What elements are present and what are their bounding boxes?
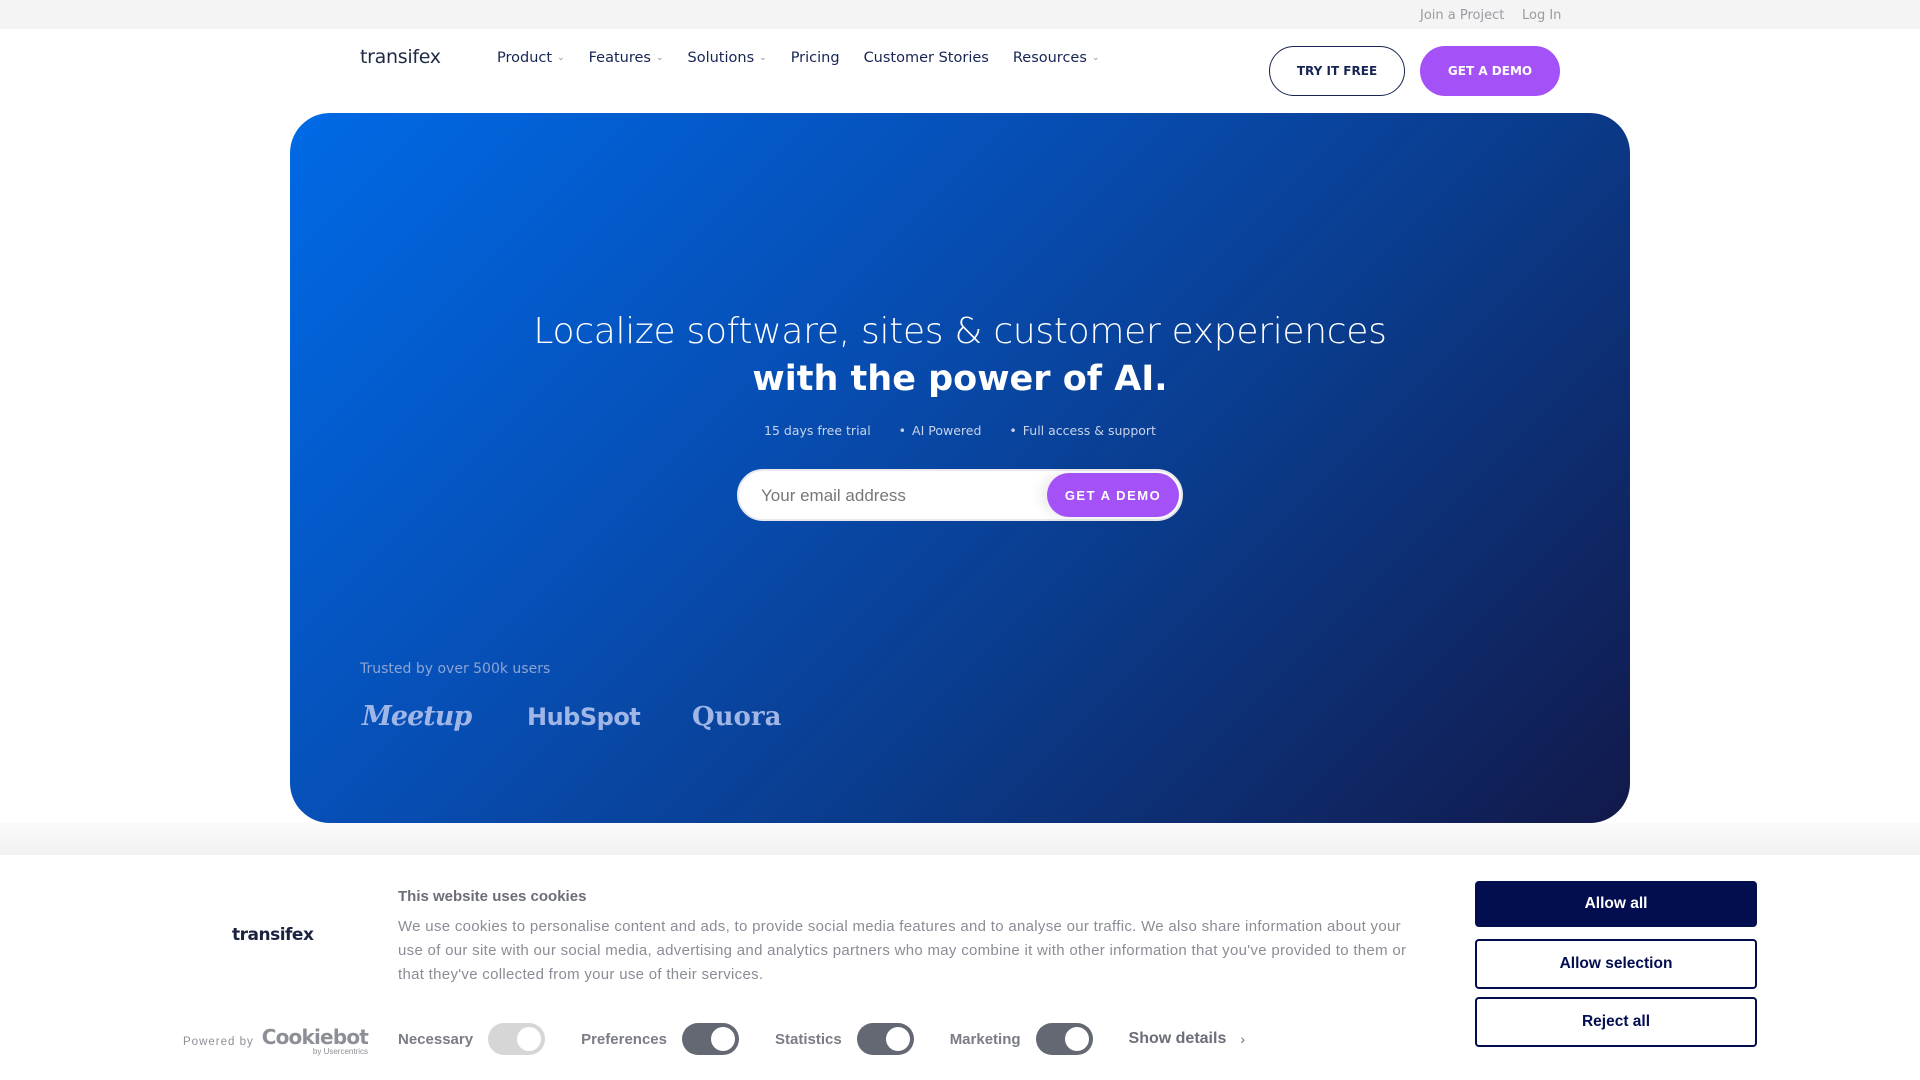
hero-headline-bold: with the power of AI. <box>752 359 1168 399</box>
necessary-switch <box>488 1023 546 1055</box>
meetup-logo: Meetup <box>362 701 472 732</box>
toggle-label: Preferences <box>581 1030 667 1048</box>
hero-bullets: 15 days free trial • AI Powered • Full acc… <box>290 423 1630 438</box>
powered-by-cookiebot[interactable]: Powered by Cookiebot by Usercentrics <box>183 1025 369 1056</box>
hero-headline: Localize software, sites & customer expe… <box>533 311 1387 352</box>
cookie-consent-banner: transifex Powered by Cookiebot by Userce… <box>0 855 1920 1080</box>
toggle-statistics: Statistics <box>775 1023 914 1055</box>
toggle-label: Necessary <box>398 1030 474 1048</box>
email-input[interactable] <box>761 483 1041 509</box>
reject-all-button[interactable]: Reject all <box>1475 997 1757 1047</box>
main-navigation: transifex Product ⌄ Features ⌄ Solutions… <box>0 29 1920 113</box>
cookie-banner-text: We use cookies to personalise content an… <box>398 918 1407 983</box>
toggle-preferences: Preferences <box>581 1023 739 1055</box>
bullet-text: Full access & support <box>1022 423 1156 438</box>
preferences-switch[interactable] <box>681 1023 739 1055</box>
join-project-link[interactable]: Join a Project <box>1420 8 1504 23</box>
try-it-free-button[interactable]: TRY IT FREE <box>1269 46 1405 96</box>
nav-item-label: Pricing <box>790 50 840 66</box>
utility-bar: Join a Project Log In <box>0 0 1920 29</box>
cookiebot-logo: Cookiebot by Usercentrics <box>261 1025 369 1056</box>
cookie-banner-logo: transifex <box>232 925 314 945</box>
chevron-down-icon: ⌄ <box>1091 53 1100 63</box>
nav-item-solutions[interactable]: Solutions ⌄ <box>688 50 767 66</box>
nav-item-label: Solutions <box>687 50 755 66</box>
nav-item-label: Features <box>588 50 651 66</box>
trusted-by-text: Trusted by over 500k users <box>360 661 551 677</box>
chevron-down-icon: ⌄ <box>655 53 664 63</box>
bullet-text: 15 days free trial <box>764 423 871 438</box>
nav-item-label: Product <box>497 50 553 66</box>
powered-by-label: Powered by <box>183 1035 254 1048</box>
nav-item-resources[interactable]: Resources ⌄ <box>1013 50 1100 66</box>
hero-section: Localize software, sites & customer expe… <box>290 113 1630 823</box>
nav-links: Product ⌄ Features ⌄ Solutions ⌄ Pricing… <box>497 50 1123 66</box>
nav-item-label: Resources <box>1012 50 1087 66</box>
statistics-switch[interactable] <box>856 1023 914 1055</box>
switch-knob <box>710 1027 735 1051</box>
chevron-right-icon: › <box>1240 1031 1246 1047</box>
nav-item-pricing[interactable]: Pricing <box>791 50 840 66</box>
cookiebot-wordmark: Cookiebot <box>261 1025 369 1049</box>
chevron-down-icon: ⌄ <box>557 53 565 63</box>
bullet-item: • Full access & support <box>1009 423 1156 438</box>
allow-all-button[interactable]: Allow all <box>1475 881 1757 927</box>
usercentrics-label: by Usercentrics <box>312 1047 369 1056</box>
quora-logo: Quora <box>692 701 782 732</box>
bullet-dot-icon: • <box>1009 423 1017 438</box>
cookie-banner-title: This website uses cookies <box>398 888 587 905</box>
bullet-dot-icon: • <box>898 423 907 438</box>
switch-knob <box>1064 1027 1089 1051</box>
email-signup-form: GET A DEMO <box>737 469 1183 521</box>
toggle-marketing: Marketing <box>950 1023 1093 1055</box>
show-details-label: Show details <box>1128 1030 1227 1047</box>
nav-item-label: Customer Stories <box>863 50 989 66</box>
marketing-switch[interactable] <box>1035 1023 1093 1055</box>
switch-knob <box>885 1027 910 1051</box>
toggle-label: Statistics <box>774 1030 842 1048</box>
nav-item-product[interactable]: Product ⌄ <box>497 50 565 66</box>
toggle-label: Marketing <box>949 1030 1021 1048</box>
bullet-item: 15 days free trial <box>764 423 871 438</box>
transifex-logo[interactable]: transifex <box>360 46 441 68</box>
nav-item-features[interactable]: Features ⌄ <box>589 50 664 66</box>
chevron-down-icon: ⌄ <box>759 53 767 63</box>
customer-logos: Meetup HubSpot Quora <box>362 701 781 732</box>
show-details-link[interactable]: Show details › <box>1129 1030 1245 1048</box>
hubspot-logo: HubSpot <box>527 702 641 731</box>
log-in-link[interactable]: Log In <box>1522 8 1561 23</box>
hero-get-a-demo-button[interactable]: GET A DEMO <box>1047 473 1179 517</box>
cookie-category-toggles: Necessary Preferences Statistics Marketi… <box>398 1023 1245 1055</box>
cookie-banner-shadow <box>0 823 1920 855</box>
bullet-text: AI Powered <box>912 423 982 438</box>
allow-selection-button[interactable]: Allow selection <box>1475 939 1757 989</box>
toggle-necessary: Necessary <box>398 1023 546 1055</box>
switch-knob <box>517 1027 542 1051</box>
get-a-demo-button[interactable]: GET A DEMO <box>1420 46 1560 96</box>
bullet-item: • AI Powered <box>899 423 982 438</box>
nav-item-customer-stories[interactable]: Customer Stories <box>864 50 989 66</box>
